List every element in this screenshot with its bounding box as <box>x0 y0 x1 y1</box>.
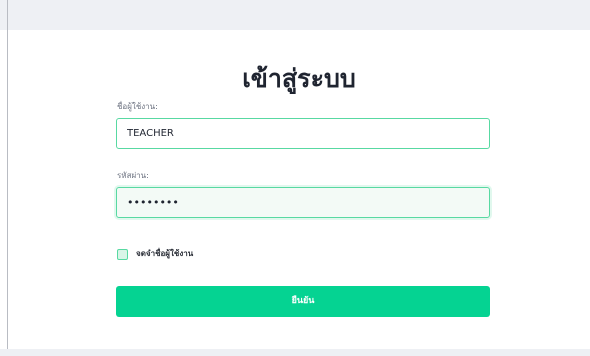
remember-checkbox[interactable] <box>117 248 128 260</box>
username-field-box <box>116 118 490 149</box>
page-title: เข้าสู่ระบบ <box>242 64 356 93</box>
top-band <box>0 0 590 30</box>
remember-me[interactable]: จดจำชื่อผู้ใช้งาน <box>117 247 193 261</box>
password-field-box <box>116 187 490 218</box>
submit-button[interactable]: ยืนยัน <box>116 286 490 317</box>
password-input[interactable] <box>117 188 489 217</box>
username-label: ชื่อผู้ใช้งาน: <box>117 102 158 111</box>
bottom-band <box>0 349 590 356</box>
page: เข้าสู่ระบบ ชื่อผู้ใช้งาน: รหัสผ่าน: จดจ… <box>0 0 590 356</box>
remember-label: จดจำชื่อผู้ใช้งาน <box>136 249 194 258</box>
password-label: รหัสผ่าน: <box>117 171 149 180</box>
username-input[interactable] <box>117 119 489 148</box>
